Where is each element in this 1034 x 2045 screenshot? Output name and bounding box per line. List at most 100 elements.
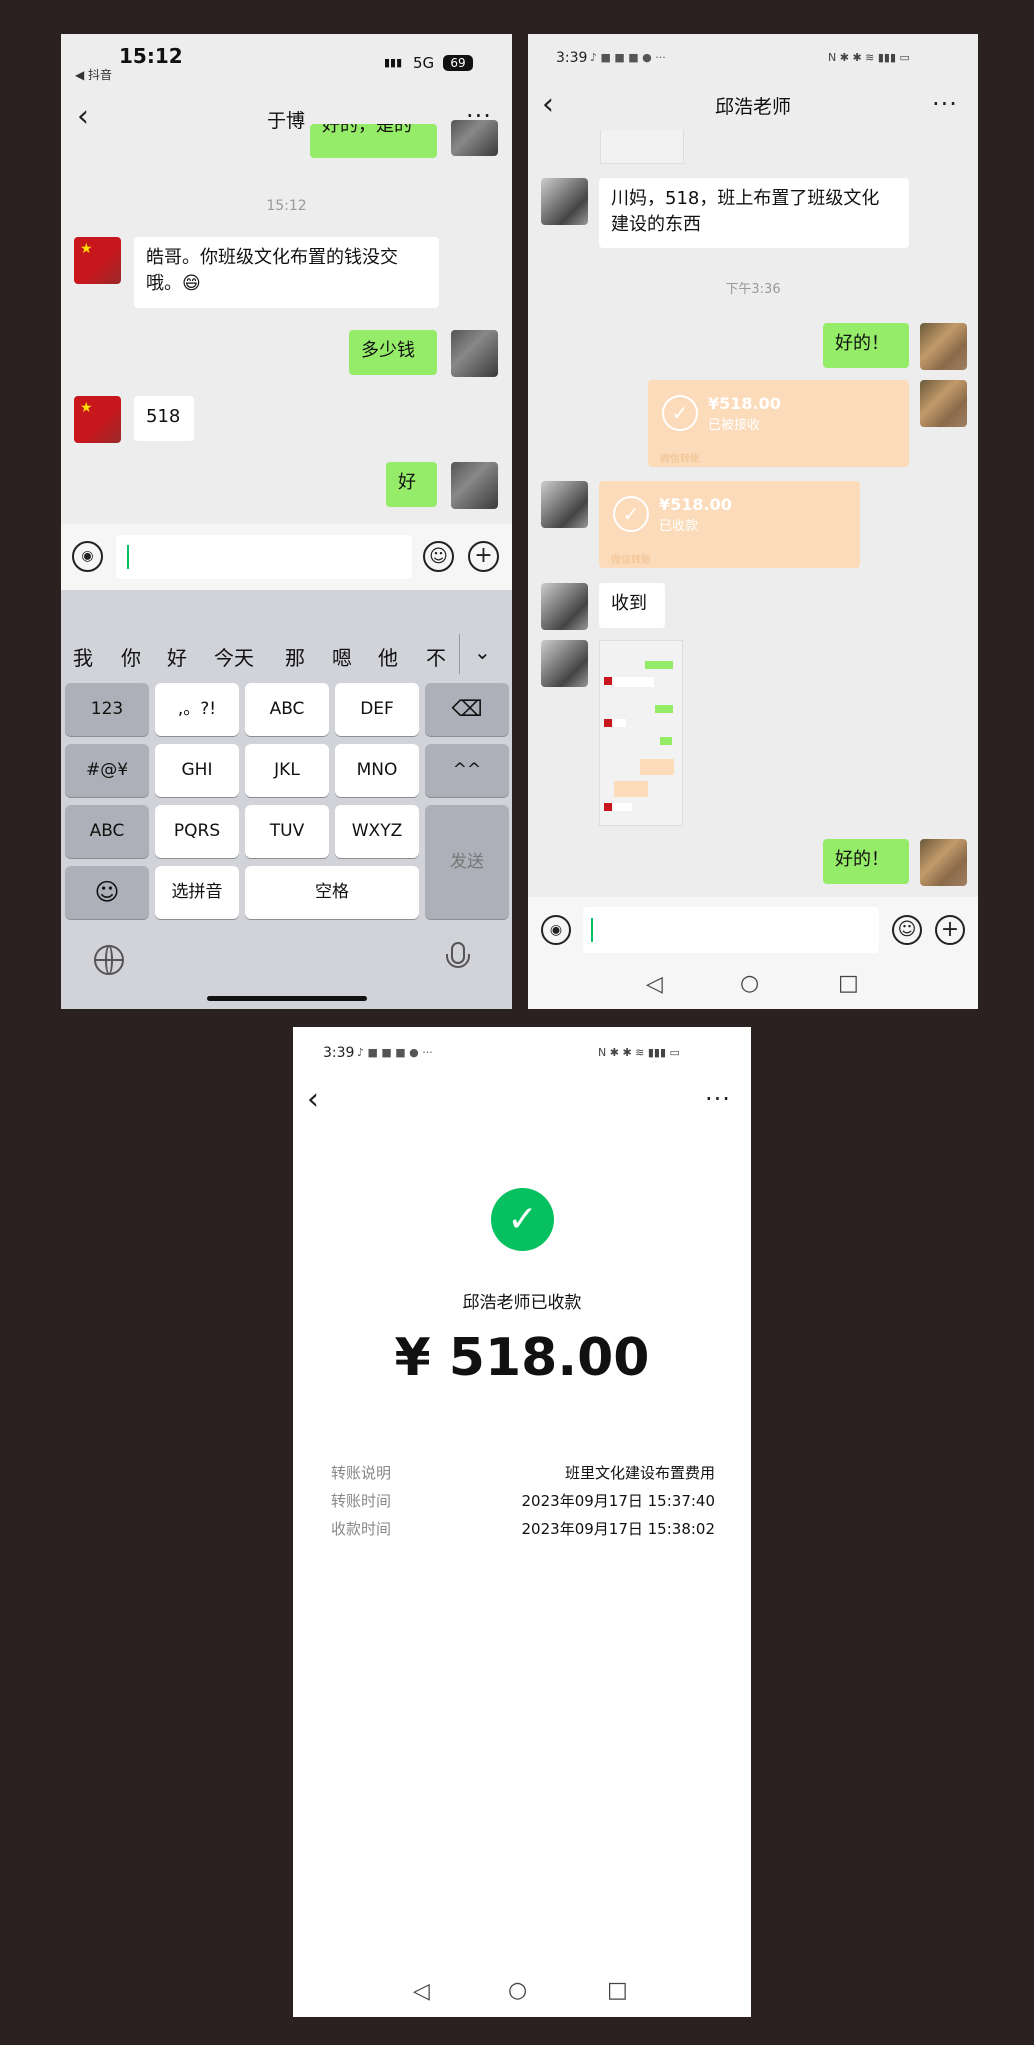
transfer-amount: ¥518.00 <box>659 495 732 514</box>
key-punct[interactable]: ,。?! <box>155 683 239 736</box>
chat-screen-teacher: 3:39 ♪ ■ ■ ■ ● ··· N ✱ ✱ ≋ ▮▮▮ ▭ ‹ 邱浩老师 … <box>528 34 978 1009</box>
more-icon[interactable]: ··· <box>705 1087 731 1111</box>
contact-avatar[interactable] <box>541 481 588 528</box>
my-avatar[interactable] <box>451 330 498 377</box>
message-bubble[interactable]: 皓哥。你班级文化布置的钱没交哦。😄 <box>134 237 439 308</box>
emoji-icon[interactable]: ☺ <box>892 915 922 945</box>
screenshot-thumbnail[interactable] <box>599 640 683 826</box>
message-bubble[interactable]: 多少钱 <box>349 330 437 375</box>
nav-home-icon[interactable]: ○ <box>508 1978 527 2003</box>
transfer-card-received[interactable]: ✓ ¥518.00 已收款 微信转账 <box>599 481 860 568</box>
status-back-app[interactable]: ◀ 抖音 <box>75 66 112 83</box>
my-avatar[interactable] <box>920 323 967 370</box>
home-indicator[interactable] <box>207 996 367 1001</box>
nav-back-icon[interactable]: ◁ <box>646 972 663 997</box>
message-input[interactable] <box>116 535 412 579</box>
candidate-word[interactable]: 我 <box>73 642 93 671</box>
candidate-divider <box>459 634 460 674</box>
message-bubble[interactable]: 好的！ <box>823 323 909 368</box>
globe-icon[interactable] <box>94 945 124 975</box>
candidate-word[interactable]: 好 <box>167 642 187 671</box>
contact-avatar[interactable] <box>541 640 588 687</box>
back-icon[interactable]: ‹ <box>77 102 89 132</box>
text-caret <box>127 545 129 569</box>
my-avatar[interactable] <box>451 120 498 156</box>
row-value: 2023年09月17日 15:37:40 <box>521 1492 715 1510</box>
nav-recents-icon[interactable]: □ <box>838 971 859 996</box>
contact-avatar[interactable] <box>541 583 588 630</box>
thumb-bubble <box>645 661 673 669</box>
candidate-word[interactable]: 嗯 <box>332 642 352 671</box>
thumb-transfer <box>640 759 674 775</box>
thumb-bubble <box>660 737 672 745</box>
thumb-avatar <box>604 677 612 685</box>
keyboard: 我 你 好 今天 那 嗯 他 不 ⌄ 123 ,。?! ABC DEF ⌫ #@… <box>61 590 512 1009</box>
back-icon[interactable]: ‹ <box>307 1085 319 1115</box>
input-bar: ◉ ☺ + <box>61 524 512 590</box>
contact-avatar[interactable]: ★ <box>74 396 121 443</box>
more-icon[interactable]: ··· <box>932 92 958 116</box>
success-check-icon: ✓ <box>491 1188 554 1251</box>
candidate-word[interactable]: 不 <box>426 642 446 671</box>
delete-icon[interactable]: ⌫ <box>425 683 509 736</box>
voice-icon[interactable]: ◉ <box>541 915 571 945</box>
candidate-word[interactable]: 他 <box>378 642 398 671</box>
message-bubble-partial[interactable]: 好的，是的 <box>310 124 437 158</box>
my-avatar[interactable] <box>920 839 967 886</box>
my-avatar[interactable] <box>920 380 967 427</box>
key-def[interactable]: DEF <box>335 683 419 736</box>
transfer-amount: ¥518.00 <box>708 394 781 413</box>
space-key[interactable]: 空格 <box>245 866 419 919</box>
chevron-down-icon[interactable]: ⌄ <box>474 640 491 664</box>
transfer-detail-screen: 3:39 ♪ ■ ■ ■ ● ··· N ✱ ✱ ≋ ▮▮▮ ▭ ‹ ··· ✓… <box>293 1027 751 2017</box>
contact-avatar[interactable]: ★ <box>74 237 121 284</box>
contact-avatar[interactable] <box>541 178 588 225</box>
nav-recents-icon[interactable]: □ <box>607 1978 628 2003</box>
chat-timestamp: 15:12 <box>266 198 307 214</box>
message-bubble[interactable]: 川妈，518，班上布置了班级文化建设的东西 <box>599 178 909 248</box>
thumb-avatar <box>604 803 612 811</box>
key-wxyz[interactable]: WXYZ <box>335 805 419 858</box>
key-face[interactable]: ^^ <box>425 744 509 797</box>
send-button[interactable]: 发送 <box>425 805 509 919</box>
message-text: 川妈，518，班上布置了班级文化建设的东西 <box>611 188 880 235</box>
candidate-word[interactable]: 今天 <box>214 642 254 671</box>
microphone-stand <box>446 954 470 968</box>
row-label: 转账时间 <box>331 1492 392 1510</box>
emoji-key-icon[interactable]: ☺ <box>65 866 149 919</box>
candidate-word[interactable]: 那 <box>285 642 305 671</box>
key-mno[interactable]: MNO <box>335 744 419 797</box>
screenshot-thumbnail-partial[interactable] <box>600 130 684 164</box>
network-label: 5G <box>413 54 435 72</box>
back-icon[interactable]: ‹ <box>542 90 554 120</box>
emoji-icon[interactable]: ☺ <box>423 541 454 572</box>
message-bubble[interactable]: 好 <box>386 462 437 507</box>
thumb-avatar <box>604 719 612 727</box>
message-input[interactable] <box>583 907 879 953</box>
candidate-word[interactable]: 你 <box>121 642 141 671</box>
message-bubble[interactable]: 好的！ <box>823 839 909 884</box>
nav-home-icon[interactable]: ○ <box>740 971 759 996</box>
star-icon: ★ <box>80 241 93 257</box>
key-ghi[interactable]: GHI <box>155 744 239 797</box>
message-bubble[interactable]: 518 <box>134 396 194 441</box>
key-jkl[interactable]: JKL <box>245 744 329 797</box>
key-symbols[interactable]: #@¥ <box>65 744 149 797</box>
message-text: 好的！ <box>835 333 889 354</box>
key-123[interactable]: 123 <box>65 683 149 736</box>
message-bubble[interactable]: 收到 <box>599 583 665 628</box>
status-time: 3:39 <box>556 50 588 66</box>
key-pinyin[interactable]: 选拼音 <box>155 866 239 919</box>
voice-icon[interactable]: ◉ <box>72 541 103 572</box>
chat-title: 邱浩老师 <box>714 96 791 118</box>
transfer-card-sent[interactable]: ✓ ¥518.00 已被接收 微信转账 <box>648 380 909 467</box>
key-tuv[interactable]: TUV <box>245 805 329 858</box>
nav-back-icon[interactable]: ◁ <box>413 1979 430 2004</box>
my-avatar[interactable] <box>451 462 498 509</box>
plus-icon[interactable]: + <box>468 541 499 572</box>
message-text: 好 <box>398 472 416 493</box>
plus-icon[interactable]: + <box>935 915 965 945</box>
key-pqrs[interactable]: PQRS <box>155 805 239 858</box>
key-abc[interactable]: ABC <box>245 683 329 736</box>
key-abc-switch[interactable]: ABC <box>65 805 149 858</box>
